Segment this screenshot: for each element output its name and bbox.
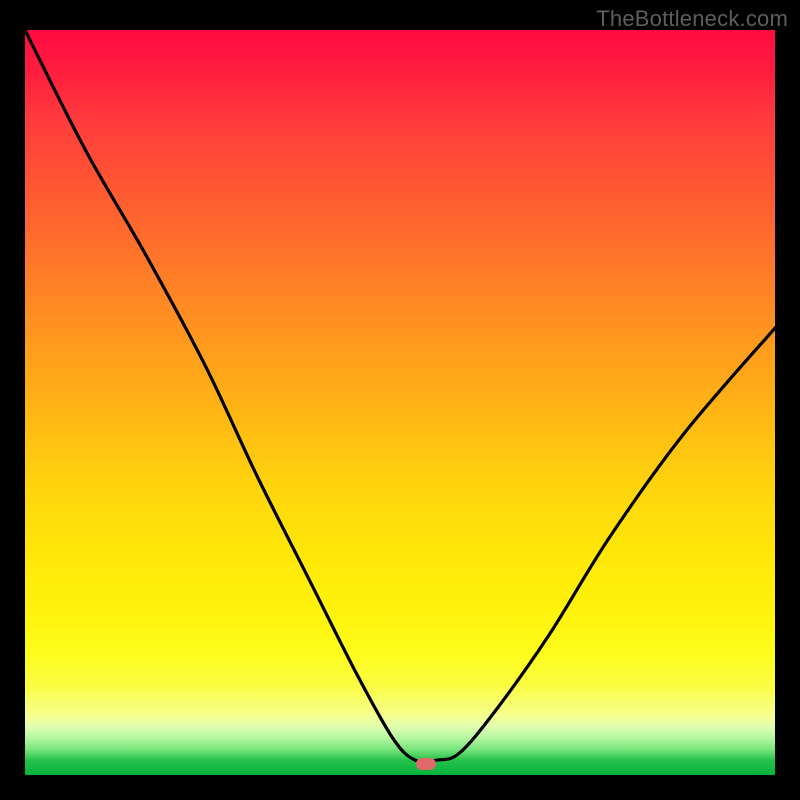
chart-frame: TheBottleneck.com [0,0,800,800]
curve-path [25,30,775,762]
plot-area [25,30,775,775]
watermark-text: TheBottleneck.com [596,6,788,32]
bottleneck-curve [25,30,775,775]
minimum-marker [416,758,436,770]
